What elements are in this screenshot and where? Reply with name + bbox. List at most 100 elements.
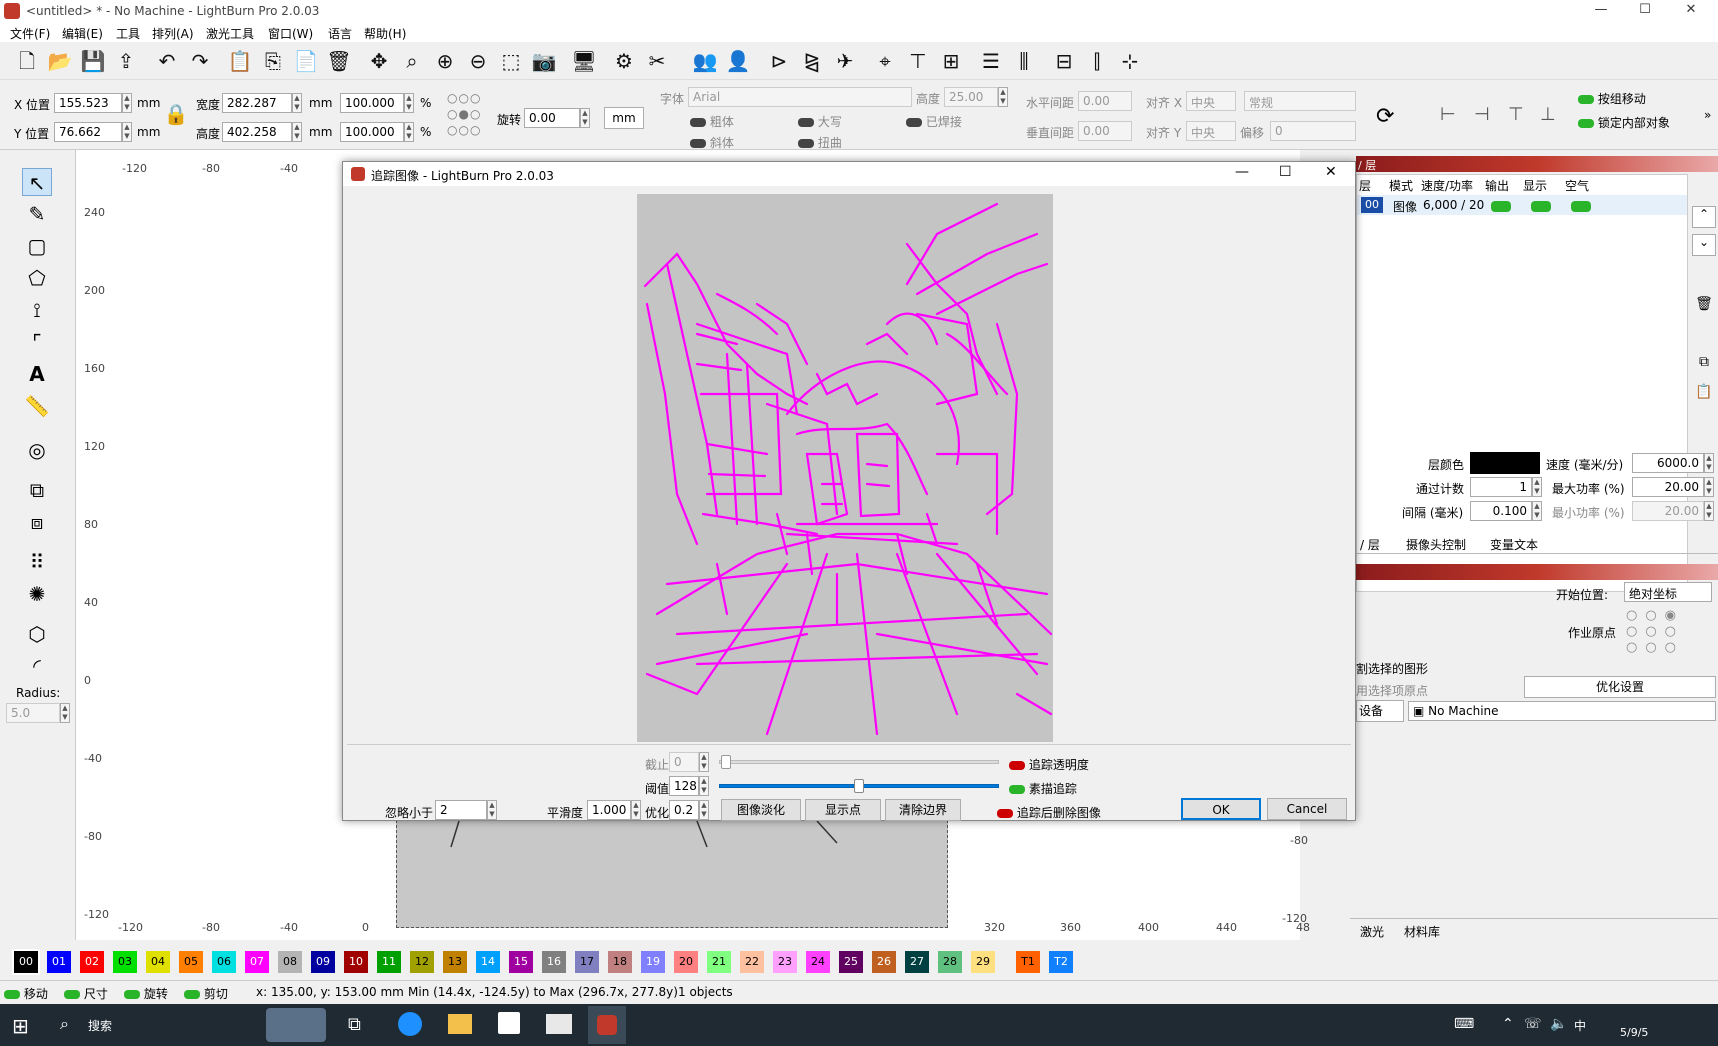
mirror-icon[interactable]: ⧎ bbox=[799, 48, 825, 74]
font-height-input[interactable]: 25.00 bbox=[944, 87, 998, 107]
clear-bounds-button[interactable]: 清除边界 bbox=[885, 799, 961, 821]
device-select[interactable]: ▣ No Machine bbox=[1408, 701, 1716, 721]
job-origin-selector[interactable]: ○○◉ ○○○ ○○○ bbox=[1626, 608, 1706, 656]
palette-swatch-29[interactable]: 29 bbox=[971, 951, 995, 973]
threshold-slider-handle[interactable] bbox=[854, 779, 864, 793]
threshold-spinner[interactable]: ▲ ▼ bbox=[699, 776, 709, 796]
start-icon[interactable]: ⊞ bbox=[12, 1014, 29, 1038]
palette-swatch-07[interactable]: 07 bbox=[245, 951, 269, 973]
align-right-icon[interactable]: ⊣ bbox=[1474, 104, 1490, 125]
group-move-toggle[interactable]: 按组移动 bbox=[1578, 90, 1646, 107]
zoom-out-icon[interactable]: ⊖ bbox=[465, 48, 491, 74]
optimize-settings-button[interactable]: 优化设置 bbox=[1524, 676, 1716, 698]
palette-swatch-11[interactable]: 11 bbox=[377, 951, 401, 973]
zoom-icon[interactable]: ⌕ bbox=[399, 48, 425, 74]
cutoff-input[interactable]: 0 bbox=[669, 752, 699, 772]
menu-laser-tools[interactable]: 激光工具 bbox=[206, 25, 254, 42]
image-object[interactable] bbox=[396, 810, 948, 928]
more1-icon[interactable]: ☰ bbox=[978, 48, 1004, 74]
menu-arrange[interactable]: 排列(A) bbox=[152, 25, 194, 42]
tab-camera-control[interactable]: 摄像头控制 bbox=[1406, 536, 1466, 553]
optimize-spinner[interactable]: ▲ ▼ bbox=[699, 800, 709, 820]
more2-icon[interactable]: ⫼ bbox=[1011, 48, 1037, 74]
refresh-icon[interactable]: ⟳ bbox=[1376, 104, 1394, 129]
status-size-toggle[interactable]: 尺寸 bbox=[64, 985, 108, 1002]
delete-after-trace-toggle[interactable]: 追踪后删除图像 bbox=[997, 804, 1101, 821]
paste-icon[interactable]: 📄 bbox=[293, 48, 319, 74]
user-icon[interactable]: 👤 bbox=[725, 48, 751, 74]
trace-preview[interactable] bbox=[637, 194, 1053, 742]
optimize-input[interactable]: 0.2 bbox=[669, 800, 699, 820]
layer-up-button[interactable]: ⌃ bbox=[1692, 206, 1716, 228]
y-position-spinner[interactable]: ▲ ▼ bbox=[122, 122, 132, 142]
palette-swatch-16[interactable]: 16 bbox=[542, 951, 566, 973]
dialog-maximize-icon[interactable]: ☐ bbox=[1279, 164, 1292, 180]
status-rotate-toggle[interactable]: 旋转 bbox=[124, 985, 168, 1002]
hspace-input[interactable]: 0.00 bbox=[1078, 91, 1132, 111]
start-from-select[interactable]: 绝对坐标 bbox=[1624, 582, 1712, 602]
sketch-trace-toggle[interactable]: 素描追踪 bbox=[1009, 780, 1077, 797]
min-power-input[interactable]: 20.00 bbox=[1632, 501, 1704, 521]
more5-icon[interactable]: ⊹ bbox=[1117, 48, 1143, 74]
menu-help[interactable]: 帮助(H) bbox=[364, 25, 406, 42]
align-bottom-icon[interactable]: ⊥ bbox=[1540, 104, 1556, 125]
show-points-button[interactable]: 显示点 bbox=[805, 799, 881, 821]
alignx-select[interactable]: 中央 bbox=[1186, 91, 1236, 111]
dialog-minimize-icon[interactable]: — bbox=[1235, 164, 1249, 180]
select-frame-icon[interactable]: ⬚ bbox=[498, 48, 524, 74]
circular-array-icon[interactable]: ✺ bbox=[22, 580, 52, 608]
plane-icon[interactable]: ✈ bbox=[832, 48, 858, 74]
search-icon[interactable]: ⌕ bbox=[60, 1014, 69, 1034]
undo-icon[interactable]: ↶ bbox=[154, 48, 180, 74]
uppercase-toggle[interactable]: 大写 bbox=[798, 113, 842, 130]
lightburn-taskbar-button[interactable] bbox=[588, 1006, 626, 1044]
layer-show-toggle[interactable] bbox=[1531, 201, 1551, 212]
corner-tool-icon[interactable]: ⬡ bbox=[22, 620, 52, 648]
unit-toggle-button[interactable]: mm bbox=[604, 107, 644, 129]
menu-window[interactable]: 窗口(W) bbox=[268, 25, 313, 42]
smoothness-input[interactable]: 1.000 bbox=[587, 800, 631, 820]
ignore-less-spinner[interactable]: ▲ ▼ bbox=[487, 800, 497, 820]
width-input[interactable]: 282.287 bbox=[222, 93, 292, 113]
palette-swatch-26[interactable]: 26 bbox=[872, 951, 896, 973]
layer-delete-icon[interactable]: 🗑 bbox=[1692, 296, 1716, 318]
send-icon[interactable]: ⊳ bbox=[766, 48, 792, 74]
italic-toggle[interactable]: 斜体 bbox=[690, 134, 734, 151]
palette-swatch-15[interactable]: 15 bbox=[509, 951, 533, 973]
layer-copy-icon[interactable]: ⧉ bbox=[1692, 354, 1716, 376]
palette-swatch-18[interactable]: 18 bbox=[608, 951, 632, 973]
max-power-spinner[interactable]: ▲ ▼ bbox=[1704, 477, 1714, 497]
more3-icon[interactable]: ⊟ bbox=[1051, 48, 1077, 74]
taskbar-search-label[interactable]: 搜索 bbox=[88, 1017, 112, 1034]
palette-swatch-14[interactable]: 14 bbox=[476, 951, 500, 973]
monitor-icon[interactable]: 🖥 bbox=[571, 48, 597, 74]
target-icon[interactable]: ⌖ bbox=[872, 48, 898, 74]
palette-swatch-24[interactable]: 24 bbox=[806, 951, 830, 973]
offset-tool-icon[interactable]: ◎ bbox=[22, 436, 52, 464]
y-position-input[interactable]: 76.662 bbox=[54, 122, 122, 142]
x-position-spinner[interactable]: ▲ ▼ bbox=[122, 93, 132, 113]
menu-edit[interactable]: 编辑(E) bbox=[62, 25, 103, 42]
tab-variable-text[interactable]: 变量文本 bbox=[1490, 536, 1538, 553]
layer-down-button[interactable]: ⌄ bbox=[1692, 234, 1716, 256]
fade-image-button[interactable]: 图像淡化 bbox=[721, 799, 801, 821]
interval-input[interactable]: 0.100 bbox=[1470, 501, 1532, 521]
palette-swatch-23[interactable]: 23 bbox=[773, 951, 797, 973]
width-percent-spinner[interactable]: ▲ ▼ bbox=[404, 93, 414, 113]
palette-swatch-17[interactable]: 17 bbox=[575, 951, 599, 973]
redo-icon[interactable]: ↷ bbox=[187, 48, 213, 74]
fillet-tool-icon[interactable]: ◜ bbox=[22, 652, 52, 680]
import-icon[interactable]: 📋 bbox=[227, 48, 253, 74]
chevron-up-icon[interactable]: ⌃ bbox=[1502, 1016, 1514, 1032]
select-tool-icon[interactable]: ↖ bbox=[22, 168, 52, 196]
layer-row[interactable]: 00 图像 6,000 / 20 bbox=[1357, 195, 1687, 215]
tab-layers[interactable]: / 层 bbox=[1360, 536, 1380, 553]
layer-color-swatch[interactable] bbox=[1470, 452, 1540, 474]
max-power-input[interactable]: 20.00 bbox=[1632, 477, 1704, 497]
palette-swatch-06[interactable]: 06 bbox=[212, 951, 236, 973]
menu-file[interactable]: 文件(F) bbox=[10, 25, 50, 42]
new-file-icon[interactable]: 🗋 bbox=[14, 48, 40, 74]
height-percent-spinner[interactable]: ▲ ▼ bbox=[404, 122, 414, 142]
zoom-in-icon[interactable]: ⊕ bbox=[432, 48, 458, 74]
minimize-button[interactable]: — bbox=[1586, 2, 1616, 20]
